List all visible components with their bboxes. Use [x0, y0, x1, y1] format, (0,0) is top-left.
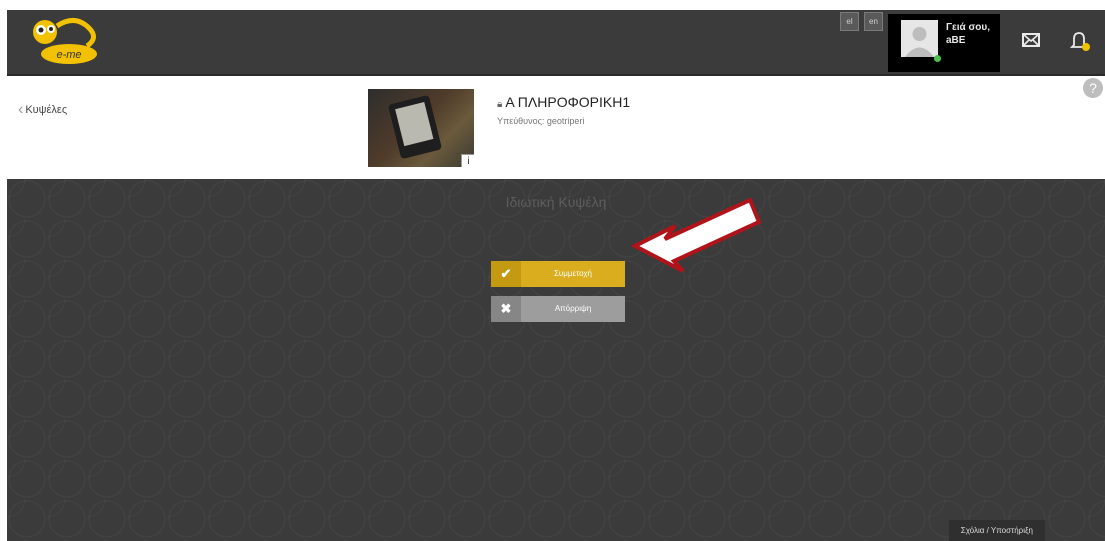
ereader-image [387, 94, 443, 160]
greeting-line-2: aBE [946, 35, 966, 46]
avatar [901, 20, 938, 57]
user-menu[interactable]: Γειά σου, aBE [888, 14, 1000, 72]
course-title: 🔒︎ Α ΠΛΗΡΟΦΟΡΙΚΗ1 [497, 94, 630, 110]
reject-button[interactable]: ✖ Απόρριψη [491, 296, 625, 322]
course-owner: Υπεύθυνος: geotriperi [497, 116, 585, 126]
envelope-icon[interactable] [1021, 30, 1041, 54]
check-icon: ✔ [491, 261, 521, 287]
back-to-hives-link[interactable]: ‹ Κυψέλες [18, 101, 67, 119]
join-button[interactable]: ✔ Συμμετοχή [491, 261, 625, 287]
language-en-button[interactable]: en [864, 12, 883, 31]
private-hive-label: Ιδιωτική Κυψέλη [505, 194, 607, 210]
course-thumbnail: i [368, 89, 474, 167]
user-greeting: Γειά σου, aBE [946, 21, 990, 47]
reject-label: Απόρριψη [554, 304, 592, 313]
top-bar: e-me el en Γειά σου, aBE [7, 10, 1105, 76]
feedback-support-button[interactable]: Σχόλια / Υποστήριξη [948, 520, 1045, 541]
close-icon: ✖ [491, 296, 521, 322]
main-panel: Ιδιωτική Κυψέλη ✔ Συμμετοχή ✖ Απόρριψη Σ… [7, 179, 1105, 541]
app-window: e-me el en Γειά σου, aBE ‹ Κυψέλες i 🔒︎ … [7, 10, 1105, 541]
lock-icon: 🔒︎ [497, 99, 503, 110]
course-title-text: Α ΠΛΗΡΟΦΟΡΙΚΗ1 [505, 94, 631, 110]
greeting-line-1: Γειά σου, [946, 22, 991, 33]
back-label: Κυψέλες [25, 104, 68, 116]
course-header: ‹ Κυψέλες i 🔒︎ Α ΠΛΗΡΟΦΟΡΙΚΗ1 Υπεύθυνος: g… [7, 76, 1105, 179]
join-label: Συμμετοχή [553, 269, 593, 278]
info-button[interactable]: i [461, 154, 474, 167]
chevron-left-icon: ‹ [18, 101, 24, 118]
logo-text: e-me [56, 49, 81, 61]
help-icon[interactable]: ? [1083, 78, 1103, 98]
user-placeholder-icon [905, 27, 934, 57]
e-me-logo[interactable]: e-me [27, 16, 107, 70]
online-status-dot [934, 55, 941, 62]
bell-icon[interactable] [1069, 30, 1091, 56]
language-el-button[interactable]: el [840, 12, 859, 31]
